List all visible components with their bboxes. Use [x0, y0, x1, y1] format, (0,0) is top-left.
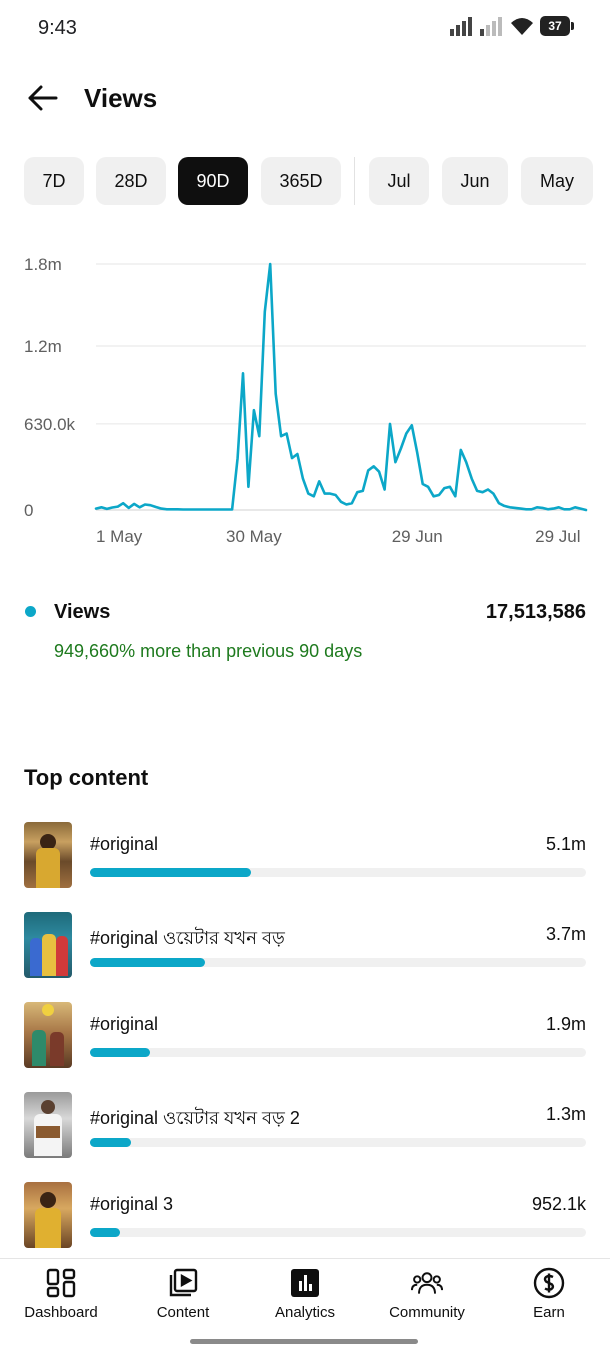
- chip-90d[interactable]: 90D: [178, 157, 248, 205]
- content-title: #original ওয়েটার যখন বড় 2: [90, 1108, 300, 1128]
- views-series-line: [94, 262, 588, 512]
- nav-analytics[interactable]: Analytics: [244, 1267, 366, 1331]
- signal-icon: [450, 17, 472, 36]
- app-header: Views: [0, 72, 610, 124]
- wifi-icon: [511, 18, 533, 35]
- period-chips: 7D 28D 90D 365D Jul Jun May: [24, 157, 593, 205]
- content-views: 5.1m: [545, 834, 586, 854]
- nav-dashboard[interactable]: Dashboard: [0, 1267, 122, 1331]
- video-thumbnail: [24, 822, 72, 888]
- content-views: 952.1k: [531, 1194, 586, 1214]
- status-icons: 37: [450, 16, 574, 36]
- analytics-icon: [289, 1267, 321, 1299]
- video-thumbnail: [24, 1092, 72, 1158]
- nav-label: Earn: [533, 1304, 565, 1321]
- chip-jul[interactable]: Jul: [369, 157, 429, 205]
- content-views: 3.7m: [545, 924, 586, 944]
- content-title: #original 3: [90, 1194, 174, 1214]
- content-item[interactable]: #original 5.1m: [0, 820, 610, 910]
- community-icon: [411, 1267, 443, 1299]
- nav-community[interactable]: Community: [366, 1267, 488, 1331]
- content-title: #original: [90, 1014, 159, 1034]
- y-tick-label: 0: [24, 501, 33, 520]
- status-time: 9:43: [38, 17, 77, 39]
- video-thumbnail: [24, 1002, 72, 1068]
- nav-label: Content: [156, 1304, 210, 1321]
- top-content-title: Top content: [24, 765, 149, 790]
- summary-change: 949,660% more than previous 90 days: [54, 641, 363, 661]
- views-bar-fill: [90, 1138, 131, 1147]
- y-tick-label: 1.8m: [24, 255, 62, 274]
- content-item[interactable]: #original 3 952.1k: [0, 1180, 610, 1270]
- arrow-back-icon: [28, 85, 58, 111]
- views-bar-fill: [90, 1048, 150, 1057]
- views-bar-track: [90, 958, 586, 967]
- views-bar-fill: [90, 868, 251, 877]
- y-tick-label: 1.2m: [24, 337, 62, 356]
- x-tick-label: 29 Jun: [392, 527, 443, 546]
- battery-icon: 37: [540, 16, 574, 36]
- nav-label: Dashboard: [24, 1304, 98, 1321]
- nav-label: Analytics: [274, 1304, 336, 1321]
- dashboard-icon: [45, 1267, 77, 1299]
- views-bar-fill: [90, 958, 206, 967]
- series-legend-dot: [25, 606, 36, 617]
- views-bar-track: [90, 868, 586, 877]
- views-bar-track: [90, 1228, 586, 1237]
- chip-may[interactable]: May: [521, 157, 593, 205]
- video-thumbnail: [24, 1182, 72, 1248]
- battery-level: 37: [548, 19, 562, 33]
- page-title: Views: [84, 83, 158, 113]
- earn-icon: [533, 1267, 565, 1299]
- summary-label: Views: [54, 601, 111, 623]
- content-item[interactable]: #original ওয়েটার যখন বড় 2 1.3m: [0, 1090, 610, 1180]
- y-tick-label: 630.0k: [24, 415, 76, 434]
- chip-365d[interactable]: 365D: [261, 157, 341, 205]
- views-summary: Views 17,513,586 949,660% more than prev…: [0, 592, 610, 672]
- signal-secondary-icon: [480, 17, 502, 36]
- nav-earn[interactable]: Earn: [488, 1267, 610, 1331]
- content-title: #original ওয়েটার যখন বড়: [90, 928, 285, 948]
- summary-total: 17,513,586: [485, 601, 586, 623]
- status-bar: 9:43 37: [0, 0, 610, 56]
- x-tick-label: 29 Jul: [535, 527, 580, 546]
- content-icon: [167, 1267, 199, 1299]
- content-item[interactable]: #original 1.9m: [0, 1000, 610, 1090]
- x-tick-label: 30 May: [226, 527, 282, 546]
- x-tick-label: 1 May: [96, 527, 143, 546]
- content-views: 1.3m: [545, 1104, 586, 1124]
- chip-7d[interactable]: 7D: [24, 157, 84, 205]
- content-item[interactable]: #original ওয়েটার যখন বড় 3.7m: [0, 910, 610, 1000]
- views-bar-track: [90, 1138, 586, 1147]
- top-content-list: #original 5.1m #original ওয়েটার যখন বড়…: [0, 820, 610, 1270]
- chip-28d[interactable]: 28D: [96, 157, 166, 205]
- home-indicator: [190, 1339, 418, 1344]
- back-button[interactable]: [22, 80, 62, 116]
- nav-content[interactable]: Content: [122, 1267, 244, 1331]
- views-bar-fill: [90, 1228, 120, 1237]
- nav-label: Community: [389, 1304, 465, 1321]
- content-views: 1.9m: [545, 1014, 586, 1034]
- content-title: #original: [90, 834, 159, 854]
- video-thumbnail: [24, 912, 72, 978]
- views-line-chart[interactable]: 0 630.0k 1.2m 1.8m 1 May 30 May 29 Jun 29 Jul: [0, 240, 610, 560]
- chip-jun[interactable]: Jun: [442, 157, 508, 205]
- views-bar-track: [90, 1048, 586, 1057]
